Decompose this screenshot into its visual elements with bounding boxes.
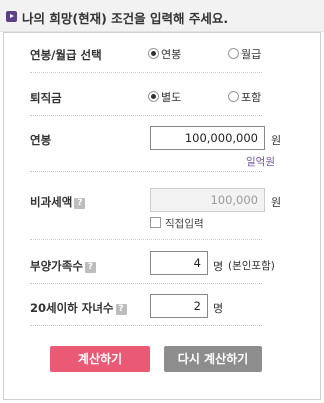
- divider: [30, 171, 262, 172]
- radio-annual-label: 연봉: [161, 48, 182, 61]
- nontaxable-label: 비과세액?: [30, 194, 86, 210]
- divider: [30, 72, 262, 73]
- dependents-label-text: 부양가족수: [30, 259, 83, 273]
- radio-included-label: 포함: [241, 91, 262, 104]
- checkbox-icon: [150, 217, 161, 228]
- dependents-note: (본인포함): [228, 260, 275, 272]
- radio-included[interactable]: 포함: [228, 89, 261, 105]
- annual-salary-label: 연봉: [30, 133, 52, 147]
- help-icon[interactable]: ?: [74, 198, 86, 209]
- severance-label: 퇴직금: [30, 91, 62, 105]
- direct-input-label: 직접입력: [165, 218, 204, 230]
- radio-monthly[interactable]: 월급: [228, 46, 261, 62]
- radio-checked-icon: [148, 91, 159, 102]
- radio-unchecked-icon: [228, 48, 239, 59]
- radio-monthly-label: 월급: [241, 48, 262, 61]
- annual-salary-korean-hint: 일억원: [246, 156, 275, 168]
- salary-type-label: 연봉/월급 선택: [30, 48, 102, 62]
- annual-salary-unit: 원: [271, 134, 282, 147]
- help-icon[interactable]: ?: [115, 304, 127, 315]
- children-label-text: 20세이하 자녀수: [30, 301, 114, 315]
- radio-checked-icon: [148, 48, 159, 59]
- arrow-right-icon: [6, 11, 17, 22]
- direct-input-checkbox[interactable]: 직접입력: [150, 216, 204, 231]
- dependents-unit: 명: [213, 260, 224, 273]
- dependents-label: 부양가족수?: [30, 258, 96, 274]
- nontaxable-input[interactable]: 100,000: [150, 188, 265, 212]
- annual-salary-input[interactable]: 100,000,000: [150, 126, 265, 150]
- divider: [30, 283, 262, 284]
- divider: [30, 325, 262, 326]
- divider: [30, 115, 262, 116]
- nontaxable-label-text: 비과세액: [30, 195, 73, 209]
- radio-unchecked-icon: [228, 91, 239, 102]
- help-icon[interactable]: ?: [84, 262, 96, 273]
- divider: [30, 239, 262, 240]
- nontaxable-unit: 원: [271, 196, 282, 209]
- radio-separate-label: 별도: [161, 91, 182, 104]
- dependents-input[interactable]: 4: [150, 251, 208, 275]
- recalculate-button[interactable]: 다시 계산하기: [164, 346, 262, 372]
- radio-separate[interactable]: 별도: [148, 89, 181, 105]
- radio-annual[interactable]: 연봉: [148, 46, 181, 62]
- children-input[interactable]: 2: [150, 294, 208, 318]
- children-label: 20세이하 자녀수?: [30, 300, 127, 316]
- calculate-button[interactable]: 계산하기: [50, 346, 150, 372]
- header-bar: 나의 희망(현재) 조건을 입력해 주세요.: [0, 0, 324, 32]
- header-title: 나의 희망(현재) 조건을 입력해 주세요.: [22, 11, 229, 26]
- children-unit: 명: [213, 302, 224, 315]
